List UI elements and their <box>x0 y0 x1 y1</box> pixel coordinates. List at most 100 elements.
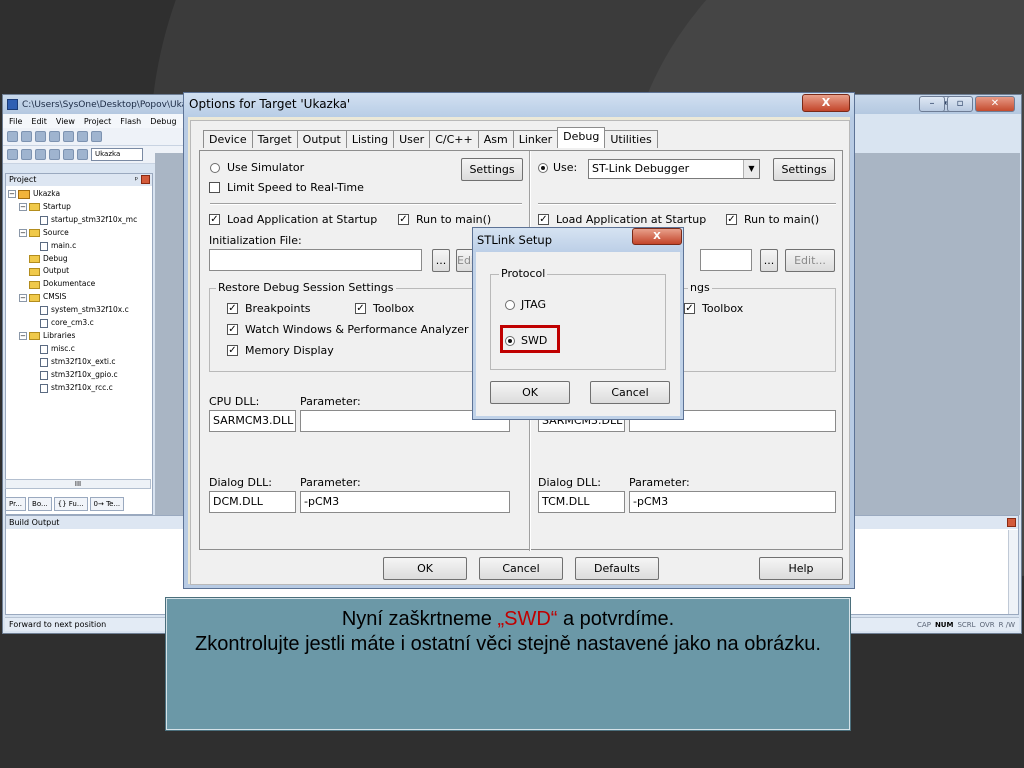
project-scrollbar[interactable]: III <box>5 479 151 489</box>
pin-icon[interactable]: ᵖ <box>135 174 138 186</box>
right-dialog-dll-field[interactable]: TCM.DLL <box>538 491 625 513</box>
tree-folder-item[interactable]: − Libraries <box>8 330 152 343</box>
collapse-icon[interactable]: − <box>19 229 27 238</box>
project-panel-tab[interactable]: {} Fu... <box>53 497 88 511</box>
tab-debug[interactable]: Debug <box>557 127 606 148</box>
stlink-cancel-button[interactable]: Cancel <box>590 381 670 404</box>
download-icon[interactable] <box>63 149 74 160</box>
left-browse-button[interactable]: ... <box>432 249 450 272</box>
menu-flash[interactable]: Flash <box>120 117 141 126</box>
right-run-to-main-checkbox[interactable] <box>726 214 737 225</box>
defaults-button[interactable]: Defaults <box>575 557 659 580</box>
tree-folder-item[interactable]: − Startup <box>8 201 152 214</box>
tree-file-item[interactable]: system_stm32f10x.c <box>8 304 152 317</box>
tab-listing[interactable]: Listing <box>345 130 395 148</box>
tab-utilities[interactable]: Utilities <box>604 130 658 148</box>
tree-file-item[interactable]: main.c <box>8 240 152 253</box>
collapse-icon[interactable]: − <box>19 293 27 302</box>
paste-icon[interactable] <box>77 131 88 142</box>
project-panel-tab[interactable]: Pr... <box>5 497 27 511</box>
limit-speed-checkbox[interactable] <box>209 182 220 193</box>
left-load-app-checkbox[interactable] <box>209 214 220 225</box>
left-dialog-dll-field[interactable]: DCM.DLL <box>209 491 296 513</box>
tree-file-item[interactable]: stm32f10x_exti.c <box>8 356 152 369</box>
options-ok-button[interactable]: OK <box>383 557 467 580</box>
right-edit-button[interactable]: Edit... <box>785 249 835 272</box>
maximize-button[interactable]: ▫ <box>947 96 973 112</box>
close-button[interactable]: ✕ <box>975 96 1015 112</box>
menu-project[interactable]: Project <box>84 117 111 126</box>
debugger-select[interactable]: ST-Link Debugger ▼ <box>588 159 760 179</box>
build-icon[interactable] <box>21 149 32 160</box>
tree-project-item[interactable]: − Ukazka <box>8 188 152 201</box>
options-close-button[interactable]: X <box>802 94 850 112</box>
tree-file-item[interactable]: startup_stm32f10x_mc <box>8 214 152 227</box>
tab-linker[interactable]: Linker <box>512 130 559 148</box>
translate-icon[interactable] <box>7 149 18 160</box>
close-panel-icon[interactable] <box>141 175 150 184</box>
watch-windows-checkbox[interactable] <box>227 324 238 335</box>
memory-display-checkbox[interactable] <box>227 345 238 356</box>
build-output-scrollbar[interactable] <box>1008 530 1018 614</box>
tab-c-c-[interactable]: C/C++ <box>429 130 479 148</box>
right-browse-button[interactable]: ... <box>760 249 778 272</box>
menu-view[interactable]: View <box>56 117 75 126</box>
help-button[interactable]: Help <box>759 557 843 580</box>
stlink-ok-button[interactable]: OK <box>490 381 570 404</box>
jtag-radio[interactable] <box>505 300 515 310</box>
chevron-down-icon[interactable]: ▼ <box>743 160 759 178</box>
tree-folder-item[interactable]: Dokumentace <box>8 278 152 291</box>
scroll-thumb[interactable]: III <box>75 480 81 488</box>
minimize-button[interactable]: – <box>919 96 945 112</box>
tree-file-item[interactable]: core_cm3.c <box>8 317 152 330</box>
tree-folder-item[interactable]: − CMSIS <box>8 291 152 304</box>
collapse-icon[interactable]: − <box>19 203 27 212</box>
tree-file-item[interactable]: stm32f10x_rcc.c <box>8 382 152 395</box>
debugger-settings-button[interactable]: Settings <box>773 158 835 181</box>
project-panel-tab[interactable]: 0→ Te... <box>89 497 125 511</box>
tab-device[interactable]: Device <box>203 130 253 148</box>
menu-file[interactable]: File <box>9 117 22 126</box>
copy-icon[interactable] <box>63 131 74 142</box>
options-cancel-button[interactable]: Cancel <box>479 557 563 580</box>
tree-file-item[interactable]: misc.c <box>8 343 152 356</box>
target-options-icon[interactable] <box>77 149 88 160</box>
left-toolbox-checkbox[interactable] <box>355 303 366 314</box>
collapse-icon[interactable]: − <box>8 190 16 199</box>
simulator-settings-button[interactable]: Settings <box>461 158 523 181</box>
left-run-to-main-checkbox[interactable] <box>398 214 409 225</box>
use-debugger-radio[interactable] <box>538 163 548 173</box>
tab-user[interactable]: User <box>393 130 431 148</box>
left-cpu-dll-field[interactable]: SARMCM3.DLL <box>209 410 296 432</box>
tree-folder-item[interactable]: Output <box>8 265 152 278</box>
left-init-file-input[interactable] <box>209 249 422 271</box>
left-dialog-param-field[interactable]: -pCM3 <box>300 491 510 513</box>
tree-folder-item[interactable]: Debug <box>8 253 152 266</box>
status-indicator: OVR <box>979 621 995 629</box>
right-init-file-input[interactable] <box>700 249 752 271</box>
tab-output[interactable]: Output <box>296 130 347 148</box>
right-dialog-param-field[interactable]: -pCM3 <box>629 491 836 513</box>
batch-build-icon[interactable] <box>49 149 60 160</box>
undo-icon[interactable] <box>91 131 102 142</box>
stlink-close-button[interactable]: X <box>632 228 682 245</box>
cut-icon[interactable] <box>49 131 60 142</box>
open-file-icon[interactable] <box>21 131 32 142</box>
save-icon[interactable] <box>35 131 46 142</box>
use-simulator-radio[interactable] <box>210 163 220 173</box>
right-toolbox-checkbox[interactable] <box>684 303 695 314</box>
right-load-app-checkbox[interactable] <box>538 214 549 225</box>
tree-folder-item[interactable]: − Source <box>8 227 152 240</box>
rebuild-icon[interactable] <box>35 149 46 160</box>
tab-target[interactable]: Target <box>251 130 298 148</box>
collapse-icon[interactable]: − <box>19 332 27 341</box>
menu-edit[interactable]: Edit <box>31 117 47 126</box>
breakpoints-checkbox[interactable] <box>227 303 238 314</box>
close-build-icon[interactable] <box>1007 518 1016 527</box>
tree-file-item[interactable]: stm32f10x_gpio.c <box>8 369 152 382</box>
tab-asm[interactable]: Asm <box>477 130 514 148</box>
menu-debug[interactable]: Debug <box>150 117 176 126</box>
new-file-icon[interactable] <box>7 131 18 142</box>
target-select[interactable]: Ukazka <box>91 148 143 161</box>
project-panel-tab[interactable]: Bo... <box>28 497 52 511</box>
